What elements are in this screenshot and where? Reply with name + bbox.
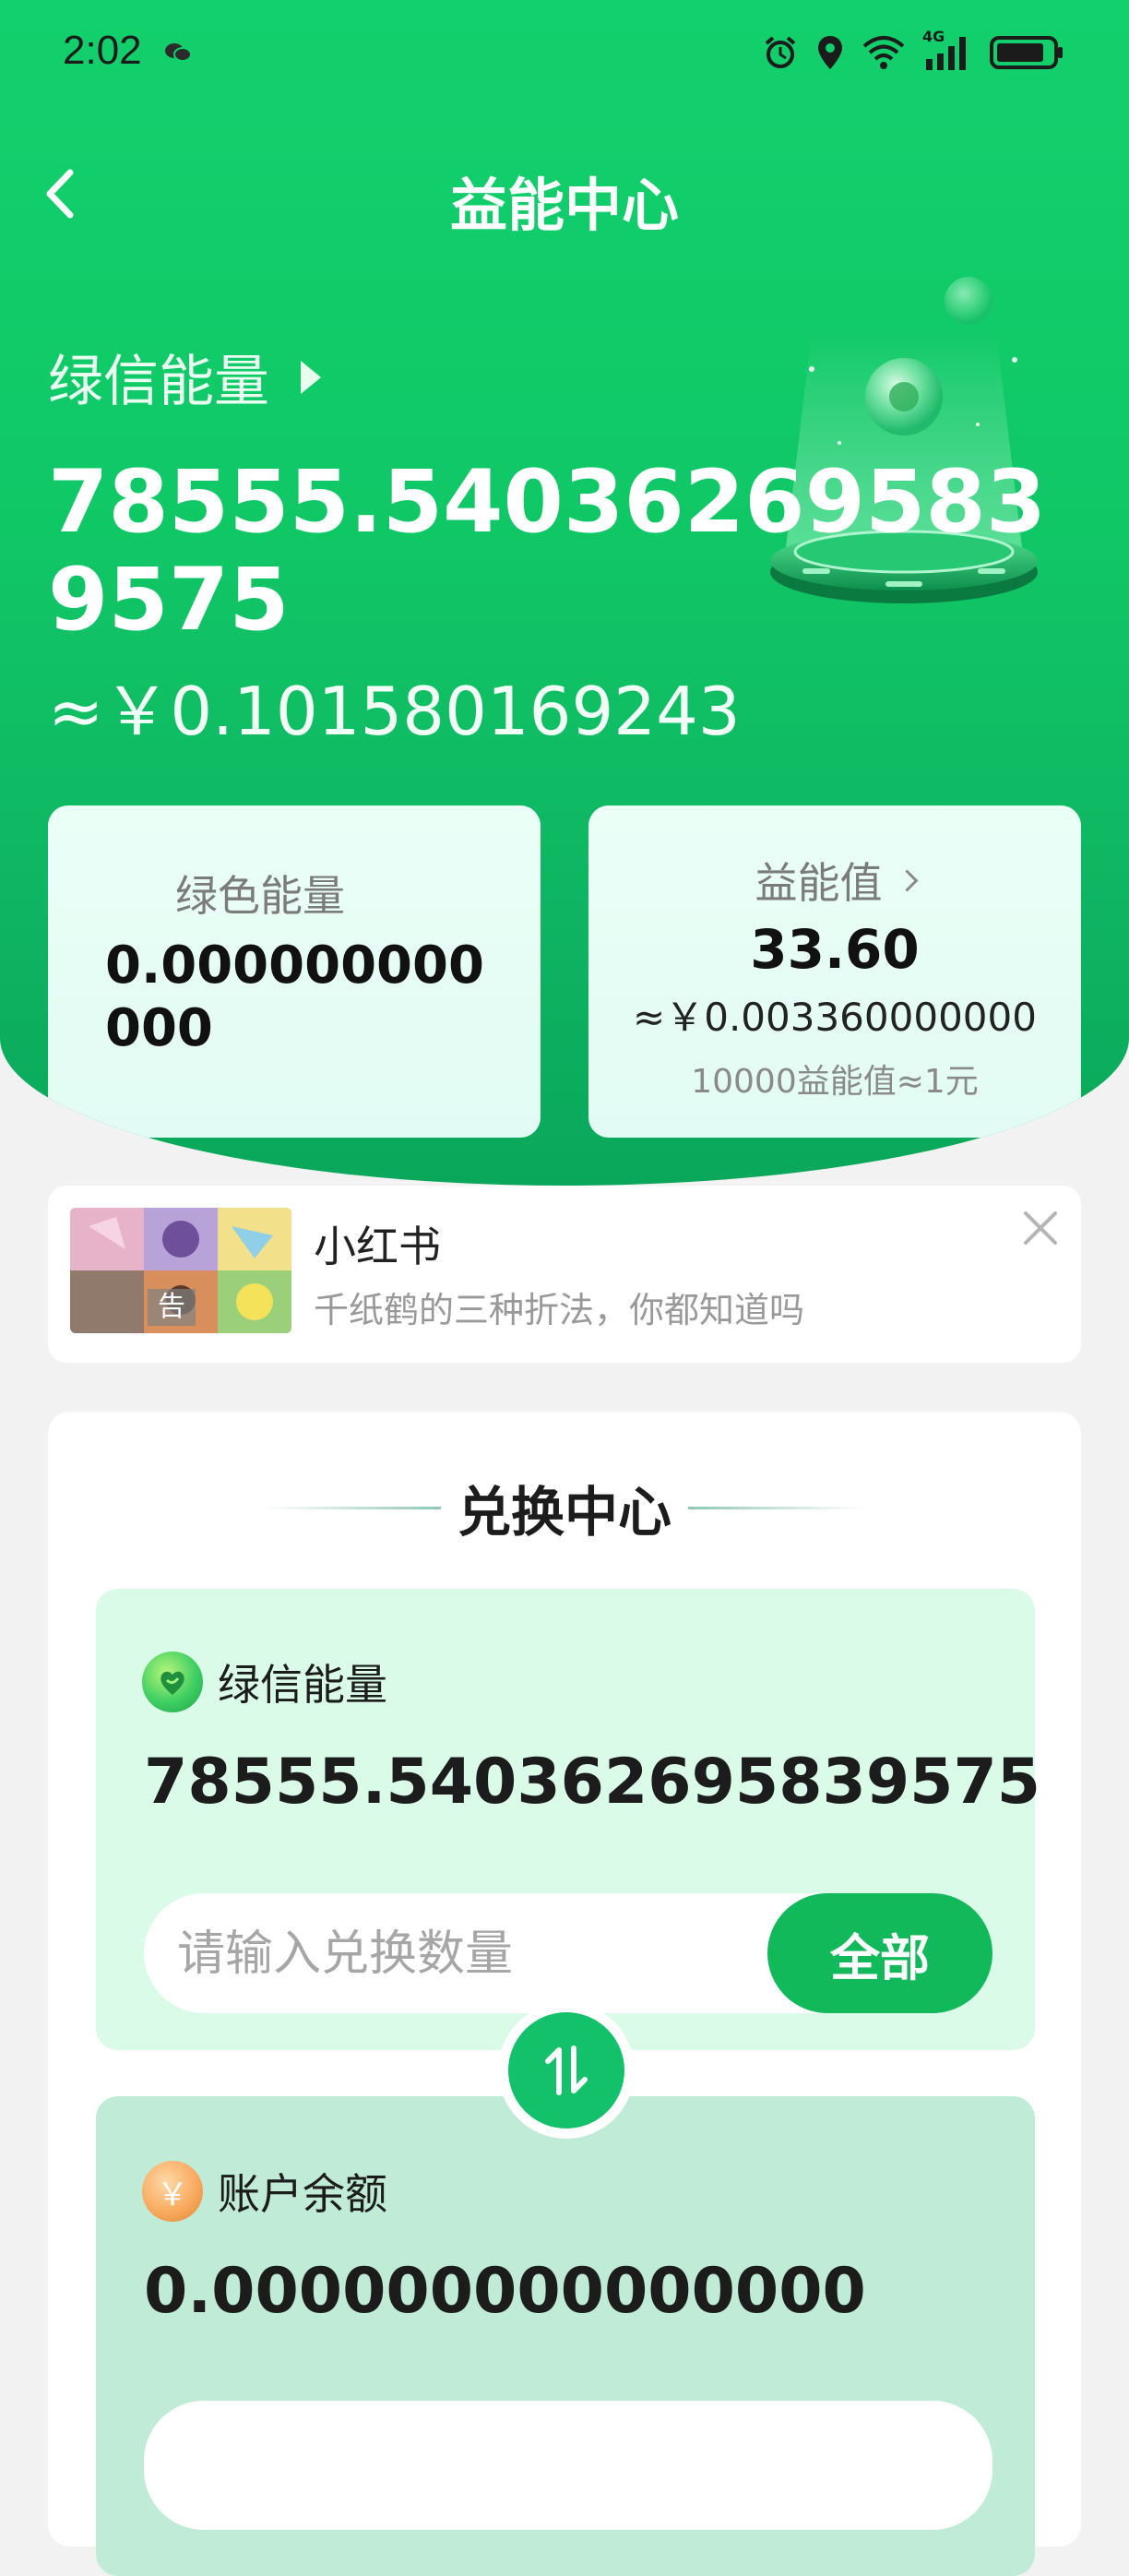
network-label: 4G [922,28,945,45]
alarm-icon [762,34,799,71]
location-icon [815,34,845,71]
ad-tag: 告 [148,1289,196,1326]
status-icons: 4G [762,28,1066,72]
exchange-to-amount: 0.000000000000000 [144,2255,866,2328]
status-bar: 2:02 4G [0,0,1129,111]
close-icon[interactable] [1020,1208,1061,1248]
play-arrow-icon [301,360,321,394]
page-title: 益能中心 [449,172,679,239]
swap-arrows-icon [545,2045,588,2095]
signal-icon: 4G [922,28,972,72]
energy-label-link[interactable]: 绿信能量 [48,337,321,417]
title-divider-left [265,1506,441,1509]
swap-icon-wrapper [508,2012,624,2129]
status-time: 2:02 [63,28,142,73]
exchange-title-row: 兑换中心 [48,1469,1081,1546]
ad-thumbnail[interactable]: 告 [70,1208,291,1333]
green-energy-coin-icon [142,1652,203,1712]
yuan-coin-icon: ￥ [142,2161,203,2222]
green-energy-label: 绿色能量 [175,871,345,921]
benefit-rate-note: 10000益能值≈1元 [691,1063,979,1101]
wechat-icon [164,42,192,63]
exchange-to-box: ￥ 账户余额 0.000000000000000 [96,2096,1035,2576]
energy-label: 绿信能量 [48,350,269,414]
benefit-label-row[interactable]: 益能值 [588,850,1081,911]
all-button[interactable]: 全部 [767,1893,992,2013]
green-energy-value: 0.000000000000 [105,936,484,1058]
exchange-result-field[interactable] [144,2401,992,2530]
benefit-value: 33.60 [750,918,920,981]
energy-amount: 78555.540362695839575 [48,452,1047,650]
hero-section: 2:02 4G 益能中心 绿信能量 78555.540362695839575 … [0,0,1129,1186]
chevron-right-icon [895,868,919,892]
swap-button[interactable] [498,2002,635,2139]
exchange-to-header: ￥ 账户余额 [142,2161,387,2222]
benefit-yuan-value: ≈￥0.003360000000 [633,995,1037,1040]
nav-bar: 益能中心 [0,138,1129,249]
exchange-center: 兑换中心 绿信能量 78555.540362695839575 全部 [48,1412,1081,2576]
exchange-from-box: 绿信能量 78555.540362695839575 全部 [96,1589,1040,2050]
exchange-amount-input[interactable] [175,1893,751,2015]
exchange-from-label: 绿信能量 [218,1660,387,1710]
energy-yuan-value: ≈￥0.101580169243 [48,673,741,750]
title-divider-right [688,1506,863,1509]
ad-title: 小红书 [314,1222,441,1271]
battery-icon [989,34,1066,71]
ad-description: 千纸鹤的三种折法，你都知道吗 [314,1290,805,1330]
exchange-input-wrapper: 全部 [144,1893,992,2015]
wifi-icon [862,35,906,70]
benefit-value-card[interactable]: 益能值 33.60 ≈￥0.003360000000 10000益能值≈1元 [588,805,1081,1138]
green-energy-card: 绿色能量 0.000000000000 [48,805,541,1138]
ad-banner[interactable]: 告 小红书 千纸鹤的三种折法，你都知道吗 [48,1186,1081,1363]
exchange-from-amount: 78555.540362695839575 [144,1746,1041,1819]
exchange-from-header: 绿信能量 [142,1652,387,1712]
exchange-to-label: 账户余额 [218,2169,387,2219]
exchange-title: 兑换中心 [457,1481,671,1544]
benefit-label: 益能值 [755,858,883,908]
